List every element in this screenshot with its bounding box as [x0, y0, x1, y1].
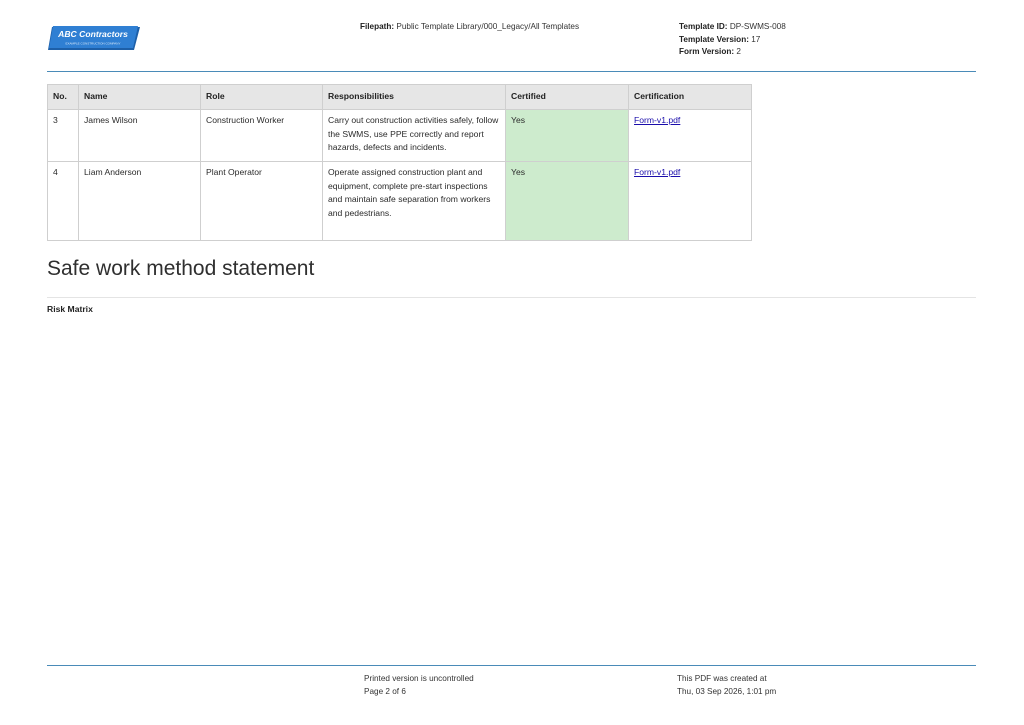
cell-responsibilities: Operate assigned construction plant and …	[322, 161, 506, 241]
template-version-line: Template Version: 17	[679, 34, 786, 47]
logo-name: ABC Contractors	[57, 29, 128, 39]
template-id-value: DP-SWMS-008	[729, 22, 786, 31]
certification-link[interactable]: Form-v1.pdf	[634, 115, 680, 125]
cell-certified: Yes	[505, 109, 629, 162]
table-row: 4 Liam Anderson Plant Operator Operate a…	[47, 161, 752, 241]
form-version-line: Form Version: 2	[679, 46, 786, 59]
cell-responsibilities: Carry out construction activities safely…	[322, 109, 506, 162]
column-header-no: No.	[47, 84, 79, 110]
filepath-info: Filepath: Public Template Library/000_Le…	[360, 21, 579, 34]
uncontrolled-notice: Printed version is uncontrolled	[364, 674, 474, 683]
template-version-label: Template Version:	[679, 34, 749, 44]
template-version-value: 17	[751, 34, 761, 44]
risk-matrix-label: Risk Matrix	[47, 304, 93, 314]
page-number: Page 2 of 6	[364, 686, 406, 696]
cell-no: 4	[47, 161, 79, 241]
cell-no: 3	[47, 109, 79, 162]
cell-certification: Form-v1.pdf	[628, 109, 752, 162]
logo-tagline: EXAMPLE CONSTRUCTION COMPANY	[66, 42, 121, 46]
personnel-table: No. Name Role Responsibilities Certified…	[47, 84, 752, 241]
template-id-label: Template ID:	[679, 22, 728, 31]
created-label: This PDF was created at	[677, 674, 767, 683]
column-header-responsibilities: Responsibilities	[322, 84, 506, 110]
footer-created-info: This PDF was created at Thu, 03 Sep 2026…	[677, 673, 776, 698]
template-info: Template ID: DP-SWMS-008 Template Versio…	[679, 21, 786, 59]
logo-graphic: ABC Contractors EXAMPLE CONSTRUCTION COM…	[48, 26, 140, 50]
cell-certified: Yes	[505, 161, 629, 241]
filepath-value: Public Template Library/000_Legacy/All T…	[396, 22, 580, 31]
company-logo: ABC Contractors EXAMPLE CONSTRUCTION COM…	[48, 26, 140, 52]
table-header-row: No. Name Role Responsibilities Certified…	[47, 84, 752, 110]
column-header-name: Name	[78, 84, 201, 110]
template-id-line: Template ID: DP-SWMS-008	[679, 21, 786, 34]
cell-name: Liam Anderson	[78, 161, 201, 241]
cell-role: Construction Worker	[200, 109, 323, 162]
table-row: 3 James Wilson Construction Worker Carry…	[47, 109, 752, 162]
created-timestamp: Thu, 03 Sep 2026, 1:01 pm	[677, 686, 777, 696]
column-header-certified: Certified	[505, 84, 629, 110]
cell-name: James Wilson	[78, 109, 201, 162]
certification-link[interactable]: Form-v1.pdf	[634, 167, 680, 177]
form-version-label: Form Version:	[679, 47, 735, 56]
section-title: Safe work method statement	[47, 257, 315, 280]
header-divider	[47, 71, 976, 72]
form-version-value: 2	[736, 47, 741, 56]
cell-role: Plant Operator	[200, 161, 323, 241]
column-header-certification: Certification	[628, 84, 752, 110]
column-header-role: Role	[200, 84, 323, 110]
footer-page-info: Printed version is uncontrolled Page 2 o…	[364, 673, 474, 698]
footer-divider	[47, 665, 976, 666]
section-divider	[47, 297, 976, 298]
filepath-label: Filepath:	[360, 22, 395, 31]
cell-certification: Form-v1.pdf	[628, 161, 752, 241]
